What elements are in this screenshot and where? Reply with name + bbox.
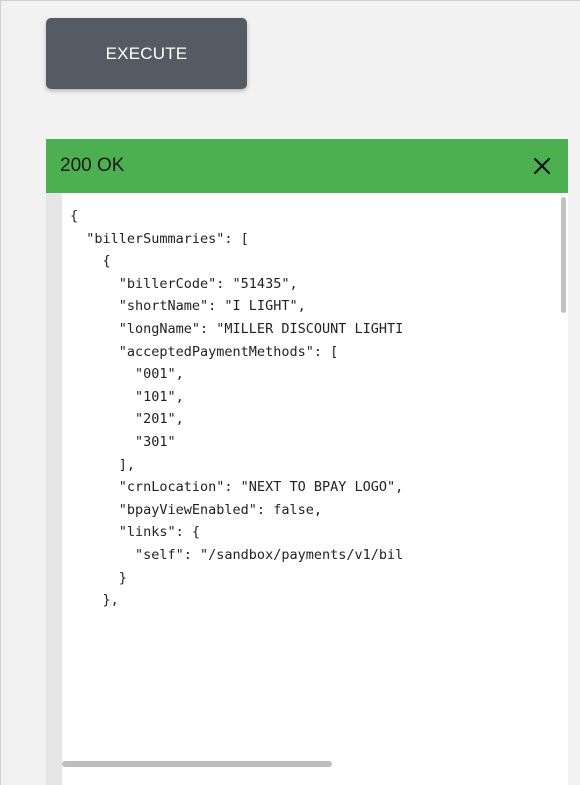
json-line: "201",	[70, 411, 184, 428]
json-line: "shortName": "I LIGHT",	[70, 298, 306, 315]
json-line: ],	[70, 456, 136, 473]
json-line: "001",	[70, 366, 184, 383]
json-line: "longName": "MILLER DISCOUNT LIGHTI	[70, 320, 404, 337]
status-bar: 200 OK	[46, 139, 568, 193]
json-line: "301"	[70, 433, 176, 450]
json-line: "bpayViewEnabled": false,	[70, 501, 322, 518]
json-line: {	[70, 253, 111, 270]
json-line: "101",	[70, 388, 184, 405]
close-icon[interactable]	[530, 154, 554, 178]
json-line: {	[70, 208, 79, 224]
json-line: "billerSummaries": [	[70, 230, 249, 247]
json-code: { "billerSummaries": [ { "billerCode": "…	[62, 193, 568, 612]
vertical-scrollbar[interactable]	[561, 197, 566, 313]
json-viewer[interactable]: { "billerSummaries": [ { "billerCode": "…	[62, 193, 568, 785]
json-line: "acceptedPaymentMethods": [	[70, 343, 339, 360]
status-text: 200 OK	[60, 155, 125, 176]
json-line: "crnLocation": "NEXT TO BPAY LOGO",	[70, 479, 404, 496]
horizontal-scrollbar[interactable]	[62, 761, 332, 767]
json-line: "self": "/sandbox/payments/v1/bil	[70, 546, 404, 563]
json-line: "billerCode": "51435",	[70, 275, 298, 292]
json-line: },	[70, 592, 119, 609]
json-line: }	[70, 569, 127, 586]
response-body: { "billerSummaries": [ { "billerCode": "…	[46, 193, 568, 785]
response-header: 200 OK	[46, 139, 568, 193]
execute-button[interactable]: EXECUTE	[46, 18, 247, 89]
json-line: "links": {	[70, 524, 201, 541]
